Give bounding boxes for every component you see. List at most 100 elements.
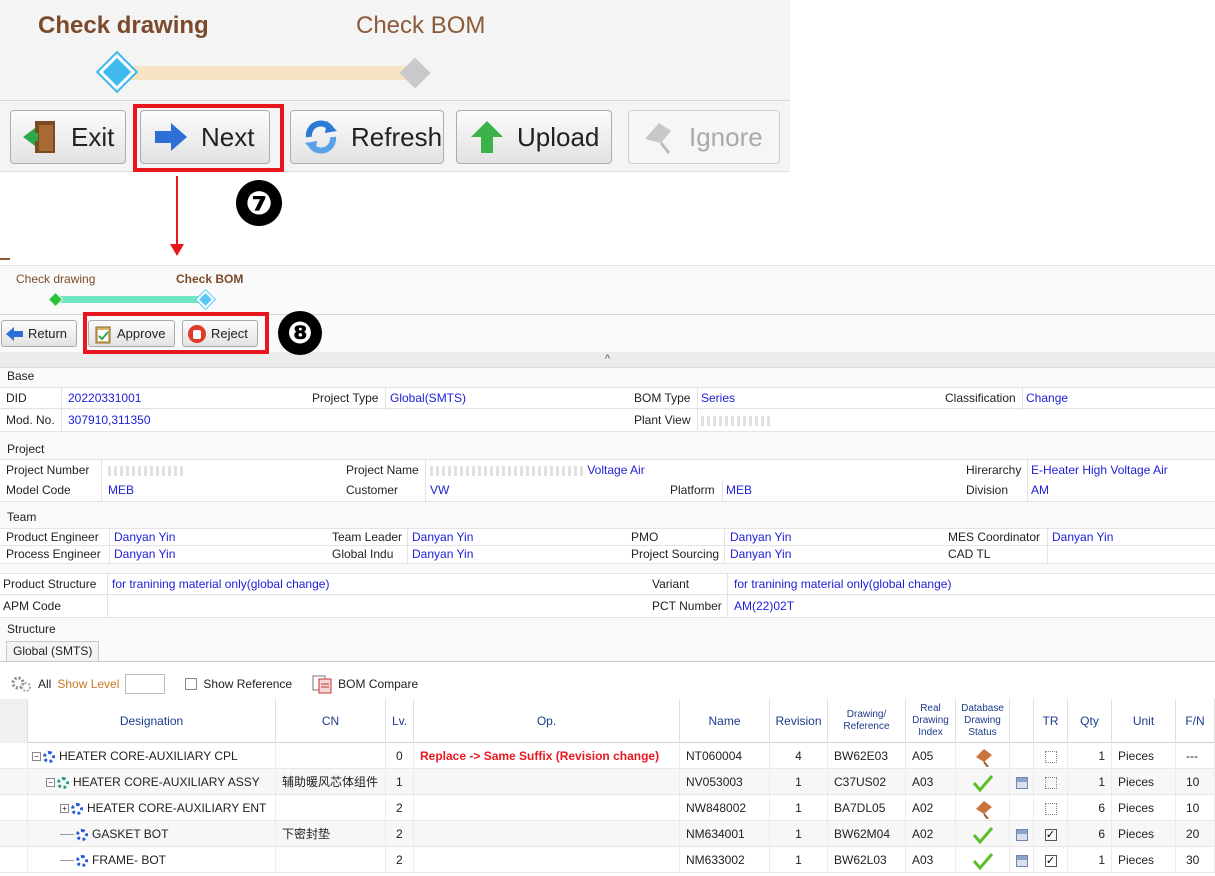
tr-empty-checkbox[interactable] [1044,750,1057,763]
index-cell: A02 [906,795,956,821]
col-name[interactable]: Name [680,699,770,743]
tr-cell[interactable]: ✓ [1034,821,1068,847]
exit-button[interactable]: Exit [10,110,126,164]
refresh-button[interactable]: Refresh [290,110,444,164]
expand-node-icon[interactable]: + [60,804,69,814]
row-selector[interactable] [0,795,28,821]
table-row[interactable]: − HEATER CORE-AUXILIARY CPL 0 Replace -> Sa… [0,743,1215,769]
bom-compare-label[interactable]: BOM Compare [338,677,418,691]
status-check-icon [972,826,993,845]
designation-cell[interactable]: − HEATER CORE-AUXILIARY ASSY [28,769,276,795]
drawing-cell: BW62E03 [828,743,906,769]
step-check-bom-small[interactable]: Check BOM [176,272,243,286]
step-check-bom[interactable]: Check BOM [356,12,485,40]
table-row[interactable]: + HEATER CORE-AUXILIARY ENT 2 NW848002 1 BA7D… [0,795,1215,821]
col-drawing-reference[interactable]: Drawing/ Reference [828,699,906,743]
show-level-input[interactable] [125,674,166,694]
section-title-team: Team [7,510,37,524]
team-leader-label: Team Leader [326,529,408,547]
revision-text: 1 [795,827,802,841]
top-step-panel: Check drawing Check BOM Exit Next Refres… [0,0,790,172]
collapse-toggle[interactable]: ^ [0,352,1215,368]
col-unit[interactable]: Unit [1112,699,1176,743]
variant-value: for tranining material only(global chang… [734,577,952,591]
tr-cell[interactable] [1034,795,1068,821]
index-text: A02 [912,827,934,841]
tr-empty-checkbox[interactable] [1044,776,1057,789]
step-check-drawing-small[interactable]: Check drawing [16,272,95,286]
col-designation[interactable]: Designation [28,699,276,743]
table-header: Designation CN Lv. Op. Name Revision Dra… [0,699,1215,743]
table-row[interactable]: FRAME- BOT 2 NM633002 1 BW62L03 A03 ✓ 1 Pieces 30 [0,847,1215,873]
tab-global-smts[interactable]: Global (SMTS) [6,641,100,661]
table-row[interactable]: − HEATER CORE-AUXILIARY ASSY 辅助暖风芯体组件 1 NV05… [0,769,1215,795]
row-selector[interactable] [0,821,28,847]
designation-text: GASKET BOT [92,827,169,841]
name-text: NV053003 [686,775,743,789]
tr-cell[interactable] [1034,743,1068,769]
bom-compare-icon[interactable] [312,674,332,694]
row-selector[interactable] [0,847,28,873]
designation-cell[interactable]: − HEATER CORE-AUXILIARY CPL [28,743,276,769]
document-icon[interactable] [1015,776,1028,789]
col-op[interactable]: Op. [414,699,680,743]
collapse-node-icon[interactable]: − [46,778,55,788]
index-cell: A02 [906,821,956,847]
project-sourcing-label: Project Sourcing [625,546,725,564]
product-engineer-label: Product Engineer [0,529,110,547]
return-button[interactable]: Return [1,320,77,347]
designation-cell[interactable]: GASKET BOT [28,821,276,847]
gears-icon[interactable] [10,675,32,693]
revision-text: 1 [795,853,802,867]
drawing-status-cell [956,743,1010,769]
col-cn[interactable]: CN [276,699,386,743]
tr-empty-checkbox[interactable] [1044,802,1057,815]
pmo-value: Danyan Yin [730,530,792,544]
col-database-drawing-status[interactable]: Database Drawing Status [956,699,1010,743]
col-revision[interactable]: Revision [770,699,828,743]
tr-cell[interactable] [1034,769,1068,795]
ignore-flag-icon [645,123,671,154]
designation-cell[interactable]: + HEATER CORE-AUXILIARY ENT [28,795,276,821]
tr-cell[interactable]: ✓ [1034,847,1068,873]
project-type-value: Global(SMTS) [390,391,467,405]
name-cell: NM633002 [680,847,770,873]
flow-arrow-head-icon [170,244,184,256]
lv-cell: 2 [386,821,414,847]
collapse-node-icon[interactable]: − [32,752,41,762]
fn-text: 10 [1186,775,1200,789]
current-step-marker-icon [196,290,215,309]
step-check-drawing[interactable]: Check drawing [38,12,209,40]
section-title-structure: Structure [7,622,56,636]
all-label[interactable]: All [38,677,51,691]
project-type-label: Project Type [306,388,386,410]
row-selector[interactable] [0,769,28,795]
col-lv[interactable]: Lv. [386,699,414,743]
name-cell: NV053003 [680,769,770,795]
show-reference-checkbox[interactable] [185,678,198,690]
col-fn[interactable]: F/N [1176,699,1215,743]
drawing-cell: BA7DL05 [828,795,906,821]
op-text: Replace -> Same Suffix (Revision change) [420,749,660,763]
document-icon[interactable] [1015,854,1028,867]
designation-cell[interactable]: FRAME- BOT [28,847,276,873]
col-tr[interactable]: TR [1034,699,1068,743]
row-selector[interactable] [0,743,28,769]
document-icon[interactable] [1015,828,1028,841]
bom-type-value: Series [701,391,736,405]
bom-type-label: BOM Type [628,388,698,410]
division-label: Division [960,480,1028,502]
col-real-drawing-index[interactable]: Real Drawing Index [906,699,956,743]
ignore-button[interactable]: Ignore [628,110,780,164]
unit-cell: Pieces [1112,821,1176,847]
tr-checked-checkbox[interactable]: ✓ [1044,828,1057,841]
table-row[interactable]: GASKET BOT 下密封垫 2 NM634001 1 BW62M04 A02 ✓ 6 Piec… [0,821,1215,847]
tr-checked-checkbox[interactable]: ✓ [1044,854,1057,867]
unit-text: Pieces [1118,853,1155,867]
col-qty[interactable]: Qty [1068,699,1112,743]
upload-button[interactable]: Upload [456,110,612,164]
fn-text: --- [1186,749,1198,763]
drawing-cell: C37US02 [828,769,906,795]
lv-text: 2 [396,853,403,867]
pct-number-value: AM(22)02T [734,599,795,613]
